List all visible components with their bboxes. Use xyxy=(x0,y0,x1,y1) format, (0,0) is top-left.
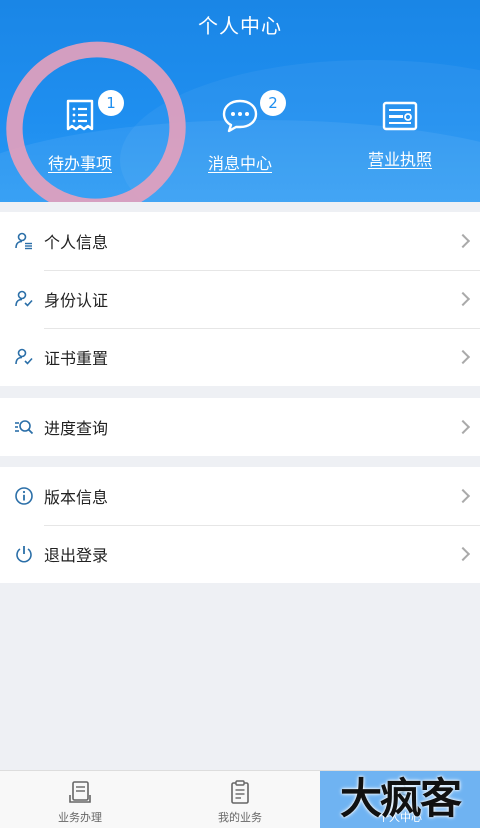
chevron-right-icon xyxy=(455,546,471,562)
tab-my-business[interactable]: 我的业务 xyxy=(160,771,320,828)
chevron-right-icon xyxy=(455,291,471,307)
menu-item-logout[interactable]: 退出登录 xyxy=(0,525,480,583)
page-title: 个人中心 xyxy=(198,14,282,38)
menu-item-progress-query[interactable]: 进度查询 xyxy=(0,398,480,456)
menu-item-version-info[interactable]: 版本信息 xyxy=(0,467,480,525)
account-group: 个人信息 身份认证 证书重置 xyxy=(0,212,480,386)
chevron-right-icon xyxy=(455,488,471,504)
chevron-right-icon xyxy=(455,419,471,435)
message-center-label: 消息中心 xyxy=(207,154,272,173)
chevron-right-icon xyxy=(455,233,471,249)
chevron-right-icon xyxy=(455,349,471,365)
watermark-logo: 大疯客 xyxy=(339,774,462,823)
tab-business-handling[interactable]: 业务办理 xyxy=(0,771,160,828)
tab-label: 我的业务 xyxy=(218,811,262,824)
menu-item-label: 退出登录 xyxy=(44,546,109,565)
user-check-icon xyxy=(15,290,33,307)
menu-item-label: 身份认证 xyxy=(44,291,109,310)
message-badge: 2 xyxy=(260,90,286,116)
menu-item-personal-info[interactable]: 个人信息 xyxy=(0,212,480,270)
menu-item-label: 个人信息 xyxy=(44,233,109,252)
business-license-label: 营业执照 xyxy=(367,150,432,169)
hand-drawn-highlight-circle xyxy=(0,30,197,202)
user-check-icon xyxy=(15,348,33,365)
menu-item-identity-verification[interactable]: 身份认证 xyxy=(0,270,480,328)
info-icon xyxy=(15,487,33,505)
document-stack-icon xyxy=(69,781,91,803)
chat-bubble-icon xyxy=(222,99,258,133)
menu-item-label: 证书重置 xyxy=(44,349,109,368)
user-list-icon xyxy=(15,232,32,250)
app-group: 版本信息 退出登录 xyxy=(0,467,480,583)
license-card-icon xyxy=(382,101,418,131)
business-license-button[interactable]: 营业执照 xyxy=(320,96,480,170)
power-icon xyxy=(16,546,32,563)
header-banner: 个人中心 1 待办事项 2 消息中心 营业执照 xyxy=(0,0,480,202)
search-progress-icon xyxy=(15,420,34,435)
menu-item-label: 版本信息 xyxy=(44,488,109,507)
clipboard-icon xyxy=(231,780,249,804)
menu-item-label: 进度查询 xyxy=(44,419,109,438)
progress-group: 进度查询 xyxy=(0,398,480,456)
menu-item-certificate-reset[interactable]: 证书重置 xyxy=(0,328,480,386)
tab-label: 业务办理 xyxy=(58,811,102,824)
